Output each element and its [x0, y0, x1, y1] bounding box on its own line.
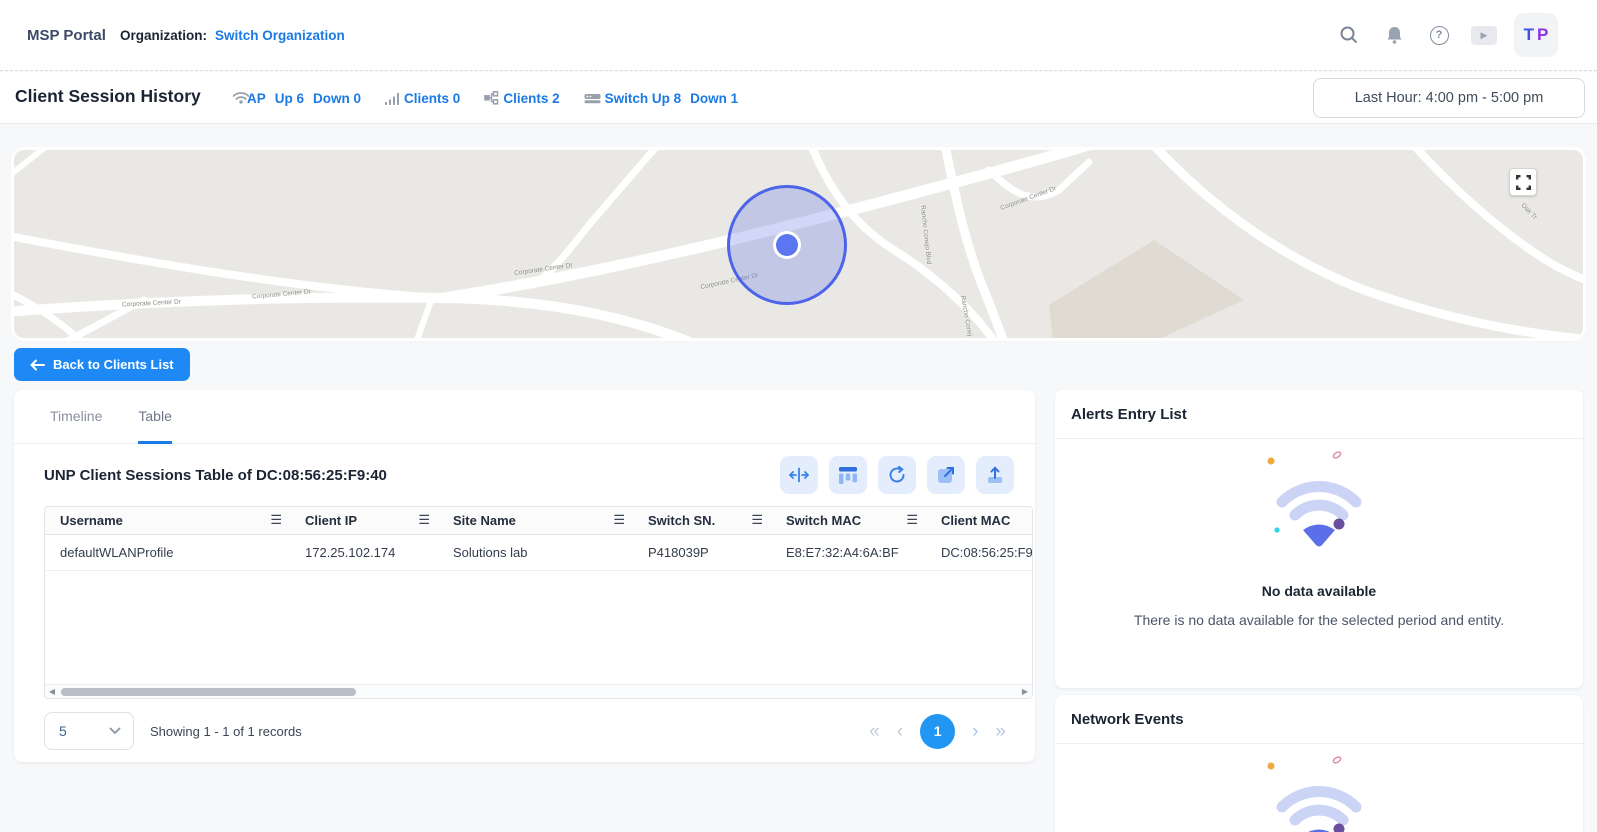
horizontal-scrollbar[interactable]: ◀ ▶ — [45, 684, 1032, 698]
stat-switch-down[interactable]: Down 1 — [690, 91, 738, 106]
arrow-left-icon — [30, 359, 45, 371]
alerts-entry-list-card: Alerts Entry List No data available Ther… — [1055, 390, 1583, 688]
column-header: Username☰ — [45, 507, 290, 534]
top-icons: ? ▶ T P — [1334, 13, 1558, 57]
scroll-right-icon[interactable]: ▶ — [1018, 685, 1032, 699]
back-to-clients-button[interactable]: Back to Clients List — [14, 348, 190, 381]
sessions-table: Username☰ Client IP☰ Site Name☰ Switch S… — [44, 506, 1033, 699]
stat-ap-down[interactable]: Down 0 — [313, 91, 361, 106]
view-tabs: Timeline Table — [14, 390, 1035, 444]
client-session-history-page: MSP Portal Organization: Switch Organiza… — [0, 0, 1597, 832]
scroll-left-icon[interactable]: ◀ — [45, 685, 59, 699]
page-title: Client Session History — [15, 86, 201, 107]
client-location-marker[interactable] — [727, 185, 847, 305]
column-menu-icon[interactable]: ☰ — [270, 512, 282, 528]
search-icon[interactable] — [1334, 20, 1364, 50]
avatar-initial-p: P — [1537, 25, 1548, 45]
column-menu-icon[interactable]: ☰ — [906, 512, 918, 528]
column-menu-icon[interactable]: ☰ — [418, 512, 430, 528]
cell-client-ip: 172.25.102.174 — [290, 534, 438, 570]
chevron-down-icon — [109, 727, 121, 735]
stat-ap-up[interactable]: Up 6 — [275, 91, 304, 106]
column-menu-icon[interactable]: ☰ — [751, 512, 763, 528]
video-icon[interactable]: ▶ — [1469, 20, 1499, 50]
bell-icon[interactable] — [1379, 20, 1409, 50]
no-data-message: There is no data available for the selec… — [1134, 612, 1504, 628]
column-header: Switch SN.☰ — [633, 507, 771, 534]
status-summary: AP Up 6 Down 0 Clients 0 Clients — [232, 72, 738, 124]
first-page-icon[interactable]: « — [869, 722, 880, 741]
back-button-label: Back to Clients List — [53, 357, 174, 372]
table-toolbar — [780, 456, 1014, 494]
client-location-dot — [776, 234, 798, 256]
switch-icon — [584, 92, 601, 105]
stat-clients-topology[interactable]: Clients 2 — [503, 91, 559, 106]
tab-timeline[interactable]: Timeline — [50, 390, 102, 444]
avatar-initial-t: T — [1524, 25, 1534, 45]
records-summary: Showing 1 - 1 of 1 records — [150, 724, 302, 739]
organization-link[interactable]: Switch Organization — [215, 28, 345, 43]
column-header: Switch MAC☰ — [771, 507, 926, 534]
next-page-icon[interactable]: › — [972, 722, 978, 741]
previous-page-icon[interactable]: ‹ — [897, 722, 903, 741]
columns-icon[interactable] — [829, 456, 867, 494]
network-events-card-title: Network Events — [1055, 695, 1583, 744]
column-header: Site Name☰ — [438, 507, 633, 534]
tab-table[interactable]: Table — [138, 390, 171, 444]
help-icon[interactable]: ? — [1424, 20, 1454, 50]
current-page-button[interactable]: 1 — [920, 714, 955, 749]
network-events-card: Network Events — [1055, 695, 1583, 832]
time-range-selector[interactable]: Last Hour: 4:00 pm - 5:00 pm — [1313, 78, 1585, 118]
export-icon[interactable] — [976, 456, 1014, 494]
open-in-new-icon[interactable] — [927, 456, 965, 494]
cell-switch-mac: E8:E7:32:A4:6A:BF — [771, 534, 926, 570]
top-bar: MSP Portal Organization: Switch Organiza… — [0, 0, 1597, 71]
stat-ap[interactable]: AP — [247, 91, 266, 106]
fit-columns-icon[interactable] — [780, 456, 818, 494]
network-events-empty-state — [1055, 744, 1583, 832]
column-menu-icon[interactable]: ☰ — [613, 512, 625, 528]
page-size-select[interactable]: 5 — [44, 712, 134, 750]
wifi-icon — [232, 91, 243, 105]
table-section: UNP Client Sessions Table of DC:08:56:25… — [14, 444, 1035, 750]
column-header: Client IP☰ — [290, 507, 438, 534]
scrollbar-thumb[interactable] — [61, 688, 356, 696]
column-header: Client MAC — [926, 507, 1033, 534]
page-size-value: 5 — [59, 723, 67, 739]
no-data-title: No data available — [1262, 583, 1376, 599]
cell-username: defaultWLANProfile — [45, 534, 290, 570]
brand: MSP Portal — [27, 27, 106, 44]
pager: « ‹ 1 › » — [869, 714, 1006, 749]
sessions-card: Timeline Table UNP Client Sessions Table… — [14, 390, 1035, 762]
refresh-icon[interactable] — [878, 456, 916, 494]
stat-switch-up[interactable]: Switch Up 8 — [605, 91, 682, 106]
table-header-row: Username☰ Client IP☰ Site Name☰ Switch S… — [45, 507, 1033, 534]
wifi-empty-icon — [1249, 756, 1389, 832]
cell-switch-sn: P418039P — [633, 534, 771, 570]
organization: Organization: Switch Organization — [120, 28, 345, 43]
wifi-empty-icon — [1249, 451, 1389, 571]
last-page-icon[interactable]: » — [995, 722, 1006, 741]
stat-clients-signal[interactable]: Clients 0 — [404, 91, 460, 106]
sub-header: Client Session History AP Up 6 Down 0 Cl… — [0, 72, 1597, 124]
table-row[interactable]: defaultWLANProfile 172.25.102.174 Soluti… — [45, 534, 1033, 570]
table-title: UNP Client Sessions Table of DC:08:56:25… — [44, 467, 387, 484]
signal-bars-icon — [385, 92, 400, 105]
cell-client-mac: DC:08:56:25:F9: — [926, 534, 1033, 570]
map-fullscreen-button[interactable] — [1509, 168, 1537, 196]
topology-icon — [484, 91, 499, 105]
alerts-empty-state: No data available There is no data avail… — [1055, 439, 1583, 628]
location-map[interactable]: Corporate Center Dr Corporate Center Dr … — [14, 150, 1583, 338]
alerts-card-title: Alerts Entry List — [1055, 390, 1583, 439]
cell-site-name: Solutions lab — [438, 534, 633, 570]
pagination-row: 5 Showing 1 - 1 of 1 records « ‹ 1 › » — [44, 712, 1014, 750]
user-avatar[interactable]: T P — [1514, 13, 1558, 57]
organization-label: Organization: — [120, 28, 207, 43]
